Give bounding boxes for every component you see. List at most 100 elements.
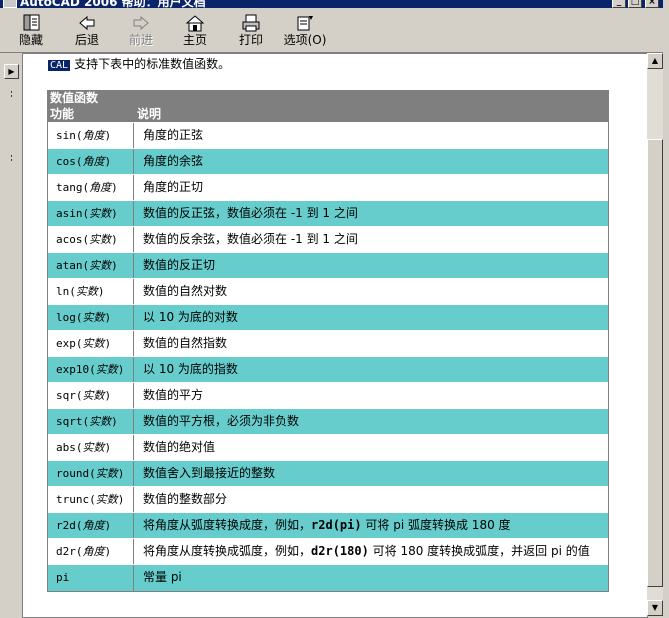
- function-cell: atan(实数): [48, 253, 134, 278]
- home-button[interactable]: 主页: [178, 8, 212, 52]
- forward-button[interactable]: 前进: [124, 8, 158, 52]
- splitter-grip-dot: [11, 155, 12, 157]
- title-bar: AutoCAD 2006 帮助：用户文档 _ □ ×: [0, 0, 669, 9]
- function-name: r2d(: [56, 519, 83, 532]
- table-caption: 数值函数: [50, 91, 99, 105]
- function-cell: d2r(角度): [48, 539, 134, 564]
- description-text: 常量 pi: [143, 570, 182, 584]
- function-close-paren: ): [117, 467, 125, 480]
- scrollbar-thumb[interactable]: [647, 139, 663, 587]
- table-row: log(实数) 以 10 为底的对数: [48, 304, 608, 330]
- function-name: d2r(: [56, 545, 83, 558]
- description-text: 以 10 为底的指数: [143, 362, 238, 376]
- splitter-grip-dot: [11, 95, 12, 97]
- description-cell: 角度的正切: [143, 175, 203, 200]
- printer-icon: [241, 14, 261, 32]
- description-text: 角度的正弦: [143, 128, 204, 142]
- vertical-scrollbar[interactable]: ▲ ▼: [647, 53, 663, 616]
- splitter-grip[interactable]: [11, 91, 12, 93]
- table-row: pi 常量 pi: [48, 564, 608, 591]
- function-argument: 实数: [89, 259, 112, 272]
- toolbar: 隐藏 后退 前进 主页 打印 选项(O): [0, 8, 669, 53]
- function-close-paren: ): [111, 259, 118, 272]
- description-cell: 数值的整数部分: [143, 487, 227, 512]
- function-name: ln(: [56, 285, 76, 298]
- table-row: trunc(实数) 数值的整数部分: [48, 486, 608, 512]
- function-cell: sin(角度): [48, 123, 134, 148]
- function-argument: 实数: [95, 363, 118, 376]
- description-cell: 角度的余弦: [143, 149, 203, 174]
- function-argument: 角度: [89, 181, 112, 194]
- function-cell: ln(实数): [48, 279, 134, 304]
- cal-badge: CAL: [48, 60, 71, 71]
- description-cell: 以 10 为底的对数: [143, 305, 238, 330]
- function-cell: exp(实数): [48, 331, 134, 356]
- function-cell: pi: [48, 565, 134, 591]
- function-cell: round(实数): [48, 461, 134, 486]
- function-close-paren: ): [117, 493, 125, 506]
- hide-button[interactable]: 隐藏: [14, 8, 48, 52]
- minimize-button[interactable]: _: [612, 0, 626, 8]
- function-cell: acos(实数): [48, 227, 134, 252]
- table-body: sin(角度) 角度的正弦 cos(角度) 角度的余弦 tang(角度) 角度的正切 asi…: [48, 122, 608, 591]
- help-content-pane: CAL 支持下表中的标准数值函数。 数值函数 功能 说明 sin(角度) 角度的正弦…: [23, 53, 648, 618]
- description-text: 数值的平方根，必须为非负数: [143, 414, 300, 428]
- function-name: round(: [56, 467, 96, 480]
- description-cell: 数值的绝对值: [143, 435, 215, 460]
- function-cell: sqrt(实数): [48, 409, 134, 434]
- function-name: asin(: [56, 207, 90, 220]
- table-row: acos(实数) 数值的反余弦，数值必须在 -1 到 1 之间: [48, 226, 608, 252]
- function-close-paren: ): [104, 441, 112, 454]
- maximize-button[interactable]: □: [628, 0, 642, 8]
- intro-text: CAL 支持下表中的标准数值函数。: [48, 55, 230, 72]
- function-name: sqr(: [56, 389, 83, 402]
- function-close-paren: ): [104, 389, 112, 402]
- function-name: atan(: [56, 259, 90, 272]
- function-close-paren: ): [111, 207, 118, 220]
- description-cell: 数值的平方: [143, 383, 203, 408]
- description-cell: 数值的反正弦，数值必须在 -1 到 1 之间: [143, 201, 358, 226]
- function-name: cos(: [56, 155, 83, 168]
- description-text-tail: 可将 pi 弧度转换成 180 度: [361, 518, 511, 532]
- function-cell: asin(实数): [48, 201, 134, 226]
- function-close-paren: ): [104, 519, 112, 532]
- description-cell: 数值舍入到最接近的整数: [143, 461, 275, 486]
- function-cell: abs(实数): [48, 435, 134, 460]
- hide-icon: [21, 14, 41, 32]
- forward-arrow-icon: [131, 14, 151, 32]
- function-argument: 实数: [82, 311, 105, 324]
- function-cell: tang(角度): [48, 175, 134, 200]
- function-close-paren: ): [104, 311, 112, 324]
- description-text: 数值的自然对数: [143, 284, 228, 298]
- description-text: 数值的平方: [143, 388, 204, 402]
- back-button[interactable]: 后退: [70, 8, 104, 52]
- table-row: atan(实数) 数值的反正切: [48, 252, 608, 278]
- close-button[interactable]: ×: [645, 0, 659, 8]
- hide-label: 隐藏: [18, 33, 43, 47]
- table-row: cos(角度) 角度的余弦: [48, 148, 608, 174]
- scroll-up-button[interactable]: ▲: [647, 53, 663, 69]
- print-button[interactable]: 打印: [234, 8, 268, 52]
- function-argument: 实数: [95, 493, 118, 506]
- description-cell: 数值的自然指数: [143, 331, 227, 356]
- options-icon: [295, 14, 315, 32]
- table-row: exp10(实数) 以 10 为底的指数: [48, 356, 608, 382]
- description-text: 数值的反余弦，数值必须在 -1 到 1 之间: [143, 232, 358, 246]
- function-close-paren: ): [104, 155, 112, 168]
- intro-sentence: 支持下表中的标准数值函数。: [74, 57, 231, 71]
- function-close-paren: ): [117, 363, 125, 376]
- back-label: 后退: [74, 33, 99, 47]
- description-text: 数值的反正切: [143, 258, 216, 272]
- function-name: acos(: [56, 233, 90, 246]
- description-text: 角度的正切: [143, 180, 204, 194]
- options-label: 选项(O): [283, 33, 327, 47]
- function-close-paren: ): [104, 337, 112, 350]
- function-cell: sqr(实数): [48, 383, 134, 408]
- description-cell: 常量 pi: [143, 565, 182, 590]
- show-pane-arrow-icon[interactable]: ▶: [4, 64, 19, 79]
- scroll-down-button[interactable]: ▼: [647, 600, 663, 616]
- description-text-tail: 可将 180 度转换成弧度，并返回 pi 的值: [368, 544, 590, 558]
- function-cell: cos(角度): [48, 149, 134, 174]
- options-button[interactable]: 选项(O): [282, 8, 328, 52]
- description-text: 角度的余弦: [143, 154, 204, 168]
